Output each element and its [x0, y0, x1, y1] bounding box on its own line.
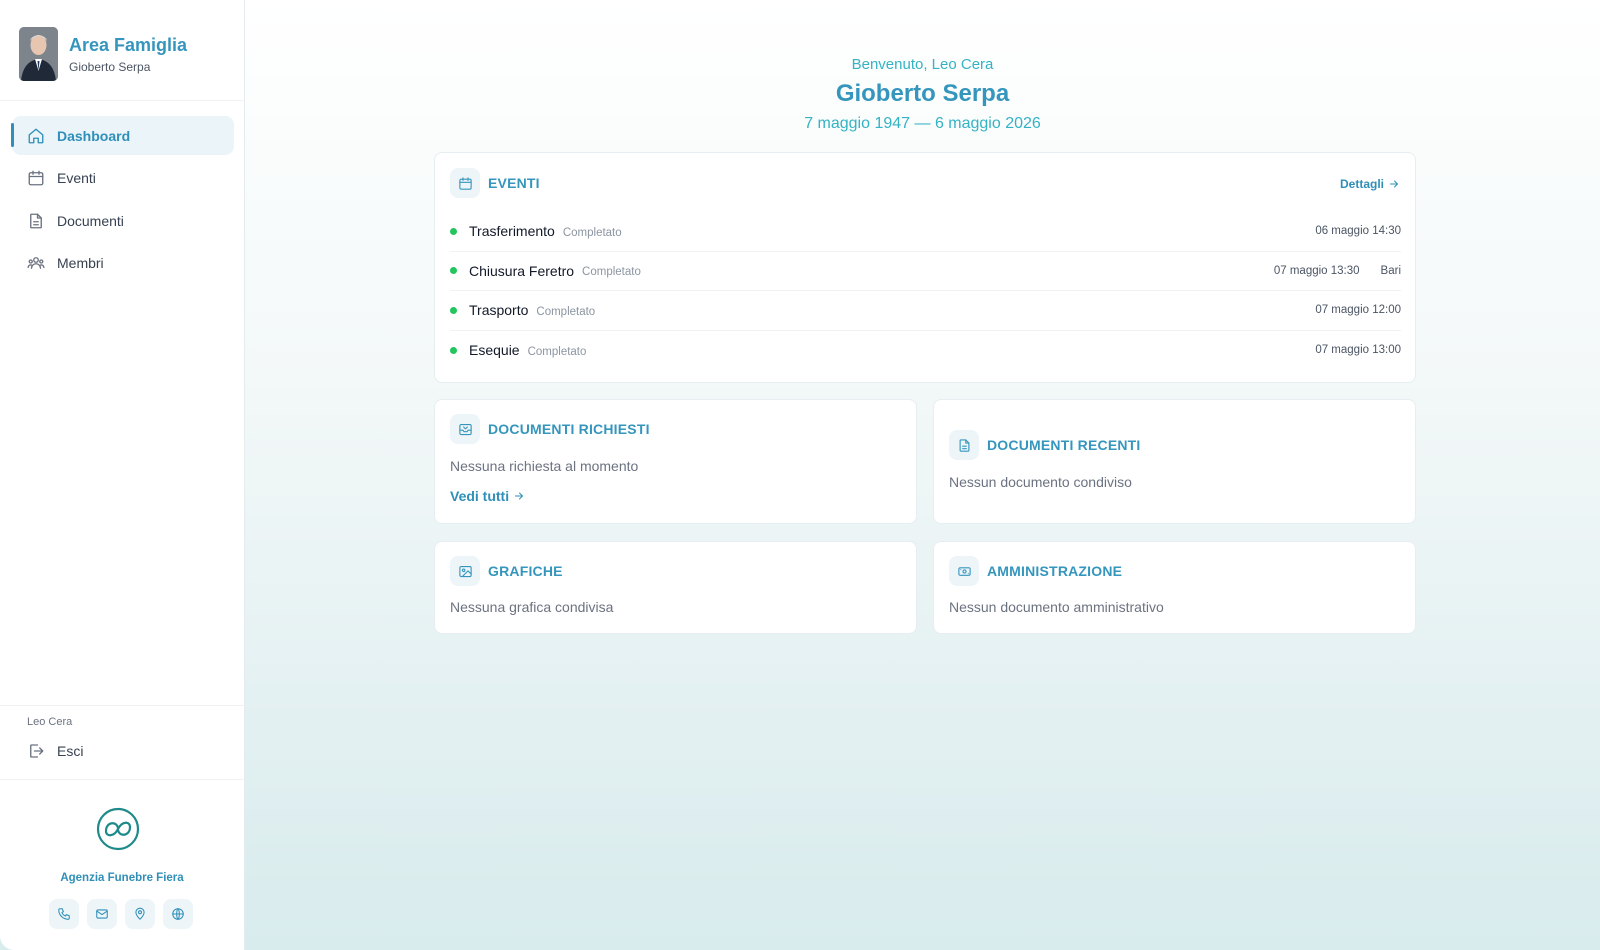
- event-datetime: 07 maggio 13:30: [1273, 264, 1360, 277]
- list-item[interactable]: Chiusura Feretro Completato 07 maggio 13…: [450, 252, 1401, 291]
- welcome-text: Benvenuto, Leo Cera: [851, 56, 994, 73]
- nav-item-label: Documenti: [57, 212, 124, 229]
- icon-box: [450, 556, 480, 586]
- administration-card: AMMINISTRAZIONE Nessun documento amminis…: [933, 541, 1416, 634]
- sidebar: Area Famiglia Gioberto Serpa Dashboard E…: [0, 0, 245, 950]
- empty-state-text: Nessuna richiesta al momento: [450, 458, 639, 474]
- empty-state-text: Nessun documento condiviso: [949, 474, 1132, 490]
- logout-label: Esci: [57, 743, 84, 759]
- contact-website-button[interactable]: [163, 899, 193, 929]
- nav-item-label: Eventi: [57, 170, 96, 186]
- nav-item-documenti[interactable]: Documenti: [12, 201, 234, 240]
- details-link[interactable]: Dettagli: [1340, 177, 1400, 191]
- map-pin-icon: [135, 907, 145, 920]
- event-meta: 07 maggio 12:00: [1315, 304, 1401, 316]
- sidebar-header: Area Famiglia Gioberto Serpa: [0, 0, 244, 101]
- empty-state-text: Nessuna grafica condivisa: [450, 599, 614, 615]
- status-dot: [450, 267, 457, 275]
- agency-logo-icon: [96, 807, 140, 851]
- users-icon: [27, 257, 45, 269]
- event-status: Completato: [536, 305, 596, 318]
- contact-phone-button[interactable]: [49, 899, 79, 929]
- home-icon: [28, 128, 44, 143]
- agency-name: Agenzia Funebre Fiera: [60, 872, 184, 884]
- avatar: [19, 27, 58, 81]
- icon-box: [450, 414, 480, 444]
- event-datetime: 07 maggio 13:00: [1315, 344, 1401, 357]
- nav-item-dashboard[interactable]: Dashboard: [11, 116, 234, 155]
- status-dot: [450, 227, 457, 235]
- card-header: GRAFICHE: [450, 556, 563, 586]
- event-location: Bari: [1380, 264, 1401, 277]
- card-title: GRAFICHE: [488, 563, 563, 579]
- status-dot: [450, 306, 457, 314]
- calendar-icon: [28, 170, 44, 186]
- nav-item-eventi[interactable]: Eventi: [12, 159, 234, 198]
- inbox-icon: [458, 423, 472, 435]
- nav-item-membri[interactable]: Membri: [12, 244, 234, 283]
- current-user-name: Leo Cera: [27, 716, 73, 728]
- empty-state-text: Nessun documento amministrativo: [949, 599, 1164, 615]
- event-name: Trasferimento: [469, 223, 555, 240]
- phone-icon: [58, 908, 70, 920]
- document-icon: [30, 213, 42, 228]
- image-icon: [458, 565, 472, 577]
- sidebar-nav: Dashboard Eventi Documenti Membri: [11, 116, 234, 286]
- card-title: DOCUMENTI RICHIESTI: [488, 421, 650, 437]
- globe-icon: [172, 908, 184, 920]
- nav-item-label: Membri: [57, 255, 104, 271]
- event-name: Chiusura Feretro: [469, 262, 575, 279]
- card-title: EVENTI: [488, 175, 540, 191]
- nav-item-label: Dashboard: [57, 127, 131, 144]
- banknote-icon: [957, 566, 971, 576]
- event-status: Completato: [582, 266, 641, 279]
- view-all-link[interactable]: Vedi tutti: [450, 488, 525, 504]
- event-meta: 07 maggio 13:00: [1315, 344, 1401, 356]
- card-title: AMMINISTRAZIONE: [987, 563, 1123, 579]
- icon-box: [949, 556, 979, 586]
- card-title: DOCUMENTI RECENTI: [987, 437, 1141, 453]
- event-meta: 06 maggio 14:30: [1315, 225, 1401, 237]
- card-header: AMMINISTRAZIONE: [949, 556, 1122, 586]
- mail-icon: [96, 909, 108, 919]
- logout-button[interactable]: Esci: [27, 742, 83, 760]
- icon-box: [949, 430, 979, 460]
- list-item[interactable]: Esequie Completato 07 maggio 13:00: [450, 331, 1401, 371]
- app-title: Area Famiglia: [69, 35, 188, 55]
- events-card: EVENTI Dettagli Trasferimento Completato…: [434, 152, 1416, 383]
- requested-documents-card: DOCUMENTI RICHIESTI Nessuna richiesta al…: [434, 399, 917, 524]
- event-name: Trasporto: [469, 302, 529, 319]
- details-label: Dettagli: [1339, 177, 1384, 191]
- status-dot: [450, 346, 457, 354]
- life-dates: 7 maggio 1947 — 6 maggio 2026: [804, 115, 1041, 132]
- list-item[interactable]: Trasporto Completato 07 maggio 12:00: [450, 291, 1401, 331]
- event-datetime: 06 maggio 14:30: [1315, 225, 1401, 238]
- event-datetime: 07 maggio 12:00: [1315, 304, 1401, 317]
- view-all-label: Vedi tutti: [450, 488, 510, 504]
- calendar-icon: [458, 176, 472, 190]
- arrow-right-icon: [1390, 180, 1398, 188]
- arrow-right-icon: [515, 492, 524, 500]
- event-status: Completato: [562, 226, 622, 239]
- user-block: Leo Cera Esci: [0, 705, 244, 780]
- contact-mail-button[interactable]: [87, 899, 117, 929]
- list-item[interactable]: Trasferimento Completato 06 maggio 14:30: [450, 212, 1401, 252]
- deceased-subtitle: Gioberto Serpa: [69, 60, 151, 74]
- document-icon: [959, 438, 969, 452]
- deceased-name: Gioberto Serpa: [835, 80, 1010, 107]
- card-header: EVENTI: [450, 168, 540, 198]
- card-header: DOCUMENTI RICHIESTI: [450, 414, 650, 444]
- graphics-card: GRAFICHE Nessuna grafica condivisa: [434, 541, 917, 634]
- recent-documents-card: DOCUMENTI RECENTI Nessun documento condi…: [933, 399, 1416, 524]
- card-header: DOCUMENTI RECENTI: [949, 430, 1141, 460]
- event-meta: 07 maggio 13:30 Bari: [1274, 265, 1401, 277]
- logout-icon: [30, 744, 44, 758]
- contact-map-button[interactable]: [125, 899, 155, 929]
- event-status: Completato: [527, 345, 587, 358]
- agency-contacts: [49, 899, 193, 929]
- icon-box: [450, 168, 480, 198]
- events-list: Trasferimento Completato 06 maggio 14:30…: [450, 212, 1401, 370]
- event-name: Esequie: [469, 342, 520, 359]
